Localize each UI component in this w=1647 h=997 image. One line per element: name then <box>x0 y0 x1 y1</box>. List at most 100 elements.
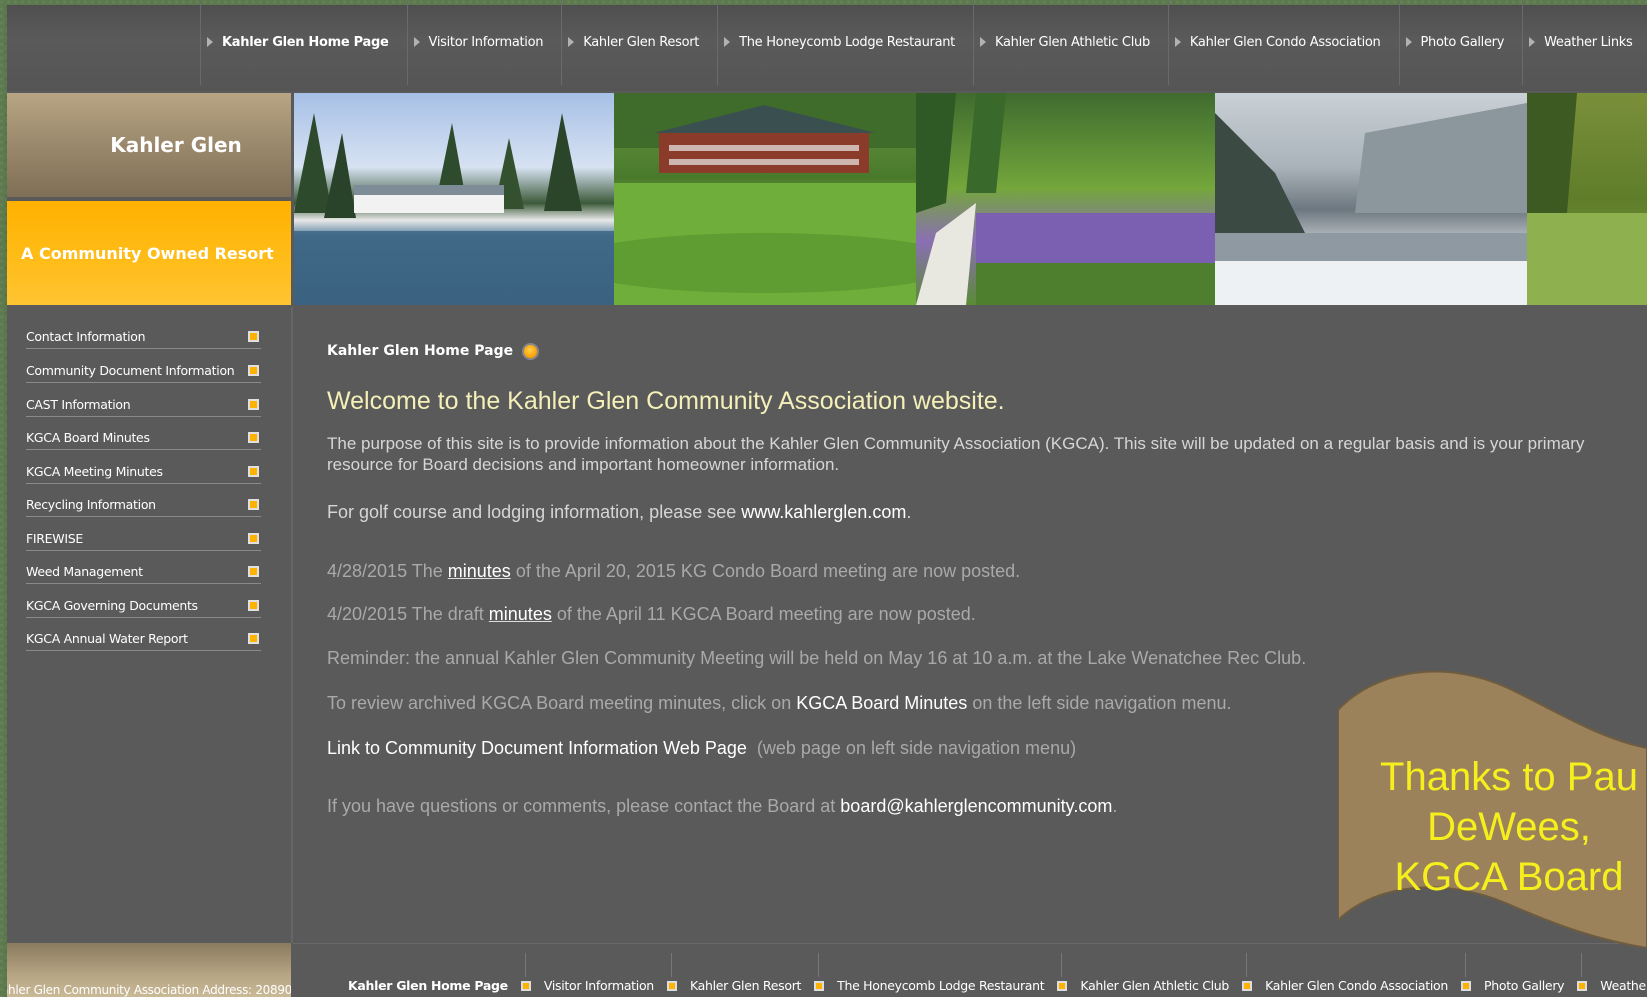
footer-nav-home[interactable]: Kahler Glen Home Page <box>348 978 508 993</box>
sidebar-item-label: KGCA Board Minutes <box>26 430 150 445</box>
bullet-square-icon <box>248 566 259 577</box>
bullet-square-icon <box>248 499 259 510</box>
photo-golf-forest <box>1527 93 1647 305</box>
nav-arrow-icon <box>1405 37 1412 47</box>
photo-lake-condos <box>294 93 614 305</box>
footer-nav-resort[interactable]: Kahler Glen Resort <box>690 978 802 993</box>
footer-address-block: ahler Glen Community Association Address… <box>7 943 291 997</box>
board-email-link[interactable]: board@kahlerglencommunity.com <box>840 796 1112 816</box>
bullet-square-icon <box>248 533 259 544</box>
nav-athletic-club[interactable]: Kahler Glen Athletic Club <box>972 0 1168 85</box>
sidebar-item-weed-management[interactable]: Weed Management <box>26 562 261 584</box>
banner-line: DeWees, <box>1427 805 1591 849</box>
sidebar-item-label: FIREWISE <box>26 531 83 546</box>
sidebar-item-label: CAST Information <box>26 397 131 412</box>
footer-navigation: Kahler Glen Home Page Visitor Informatio… <box>293 943 1647 997</box>
news-prefix: 4/28/2015 The <box>327 561 448 581</box>
bullet-square-icon <box>248 600 259 611</box>
intro-paragraph: The purpose of this site is to provide i… <box>327 434 1585 474</box>
document-link-note: (web page on left side navigation menu) <box>746 738 1077 758</box>
footer-separator-icon <box>666 952 677 991</box>
nav-arrow-icon <box>413 37 420 47</box>
news-item: 4/28/2015 The minutes of the April 20, 2… <box>327 561 1020 582</box>
nav-arrow-icon <box>979 37 986 47</box>
board-minutes-link[interactable]: KGCA Board Minutes <box>796 693 967 713</box>
footer-nav-athletic-club[interactable]: Kahler Glen Athletic Club <box>1080 978 1229 993</box>
nav-weather-links[interactable]: Weather Links <box>1522 0 1647 85</box>
header-photo-strip <box>294 93 1647 305</box>
footer-nav-visitor-information[interactable]: Visitor Information <box>544 978 654 993</box>
nav-arrow-icon <box>568 37 575 47</box>
nav-label: Weather Links <box>1544 34 1633 50</box>
bullet-square-icon <box>248 466 259 477</box>
nav-arrow-icon <box>724 37 731 47</box>
sidebar-item-label: Contact Information <box>26 329 146 344</box>
sidebar-item-label: KGCA Annual Water Report <box>26 631 188 646</box>
sidebar-item-firewise[interactable]: FIREWISE <box>26 529 261 551</box>
sidebar-item-cast[interactable]: CAST Information <box>26 395 261 417</box>
footer-nav-condo-association[interactable]: Kahler Glen Condo Association <box>1265 978 1448 993</box>
sidebar-item-community-documents[interactable]: Community Document Information <box>26 361 261 383</box>
nav-condo-association[interactable]: Kahler Glen Condo Association <box>1167 0 1399 85</box>
sidebar-item-label: KGCA Meeting Minutes <box>26 464 163 479</box>
community-document-link[interactable]: Link to Community Document Information W… <box>327 738 747 758</box>
news-suffix: of the April 11 KGCA Board meeting are n… <box>551 604 976 624</box>
golf-prefix: For golf course and lodging information,… <box>327 502 742 522</box>
nav-restaurant[interactable]: The Honeycomb Lodge Restaurant <box>717 0 973 85</box>
news-prefix: 4/20/2015 The draft <box>327 604 489 624</box>
footer-separator-icon <box>814 952 825 991</box>
footer-nav-photo-gallery[interactable]: Photo Gallery <box>1484 978 1565 993</box>
footer-separator-icon <box>1461 952 1471 991</box>
golf-suffix: . <box>906 502 912 522</box>
sidebar-item-governing-documents[interactable]: KGCA Governing Documents <box>26 596 261 618</box>
sidebar-divider <box>291 307 293 943</box>
sidebar-item-label: Weed Management <box>26 564 143 579</box>
site-brand: Kahler Glen <box>7 93 291 197</box>
nav-label: Kahler Glen Condo Association <box>1189 34 1381 50</box>
banner-line: Thanks to Pau <box>1380 755 1638 799</box>
document-link-line: Link to Community Document Information W… <box>327 738 1076 759</box>
sidebar: Contact Information Community Document I… <box>7 307 291 943</box>
golf-info-line: For golf course and lodging information,… <box>327 502 911 523</box>
sidebar-item-water-report[interactable]: KGCA Annual Water Report <box>26 629 261 651</box>
page-breadcrumb: Kahler Glen Home Page <box>327 343 514 359</box>
nav-label: The Honeycomb Lodge Restaurant <box>739 34 955 50</box>
bullet-square-icon <box>248 399 259 410</box>
contact-suffix: . <box>1112 796 1118 816</box>
banner-line: KGCA Board <box>1394 855 1624 899</box>
contact-line: If you have questions or comments, pleas… <box>327 796 1117 817</box>
archive-suffix: on the left side navigation menu. <box>967 693 1232 713</box>
footer-separator-icon <box>1057 952 1068 991</box>
minutes-link[interactable]: minutes <box>448 561 511 581</box>
footer-separator-icon <box>1577 952 1588 991</box>
site-name: Kahler Glen <box>110 133 242 157</box>
nav-label: Kahler Glen Resort <box>583 34 700 50</box>
kahlerglen-link[interactable]: www.kahlerglen.com <box>741 502 906 522</box>
sidebar-item-label: Recycling Information <box>26 497 156 512</box>
news-suffix: of the April 20, 2015 KG Condo Board mee… <box>510 561 1021 581</box>
nav-visitor-information[interactable]: Visitor Information <box>406 0 562 85</box>
sidebar-item-recycling[interactable]: Recycling Information <box>26 495 261 517</box>
site-tagline: A Community Owned Resort <box>7 201 291 305</box>
footer-nav-restaurant[interactable]: The Honeycomb Lodge Restaurant <box>837 978 1045 993</box>
sidebar-item-label: KGCA Governing Documents <box>26 598 198 613</box>
photo-lodge-golf <box>614 93 916 305</box>
meeting-reminder: Reminder: the annual Kahler Glen Communi… <box>327 648 1307 668</box>
sidebar-item-contact[interactable]: Contact Information <box>26 327 261 349</box>
sidebar-item-board-minutes[interactable]: KGCA Board Minutes <box>26 428 261 450</box>
nav-photo-gallery[interactable]: Photo Gallery <box>1398 0 1523 85</box>
welcome-heading: Welcome to the Kahler Glen Community Ass… <box>327 387 1005 415</box>
nav-arrow-icon <box>207 37 213 47</box>
nav-arrow-icon <box>1174 37 1181 47</box>
minutes-link[interactable]: minutes <box>489 604 552 624</box>
nav-label: Kahler Glen Athletic Club <box>994 34 1150 50</box>
sidebar-item-meeting-minutes[interactable]: KGCA Meeting Minutes <box>26 462 261 484</box>
nav-home[interactable]: Kahler Glen Home Page <box>200 0 407 85</box>
contact-prefix: If you have questions or comments, pleas… <box>327 796 841 816</box>
photo-snowy-lake <box>1215 93 1527 305</box>
nav-resort[interactable]: Kahler Glen Resort <box>561 0 717 85</box>
footer-nav-weather-links[interactable]: Weather Links <box>1600 978 1647 993</box>
nav-arrow-icon <box>1529 37 1536 47</box>
nav-label: Visitor Information <box>428 34 544 50</box>
breadcrumb-dot-icon <box>522 343 539 360</box>
